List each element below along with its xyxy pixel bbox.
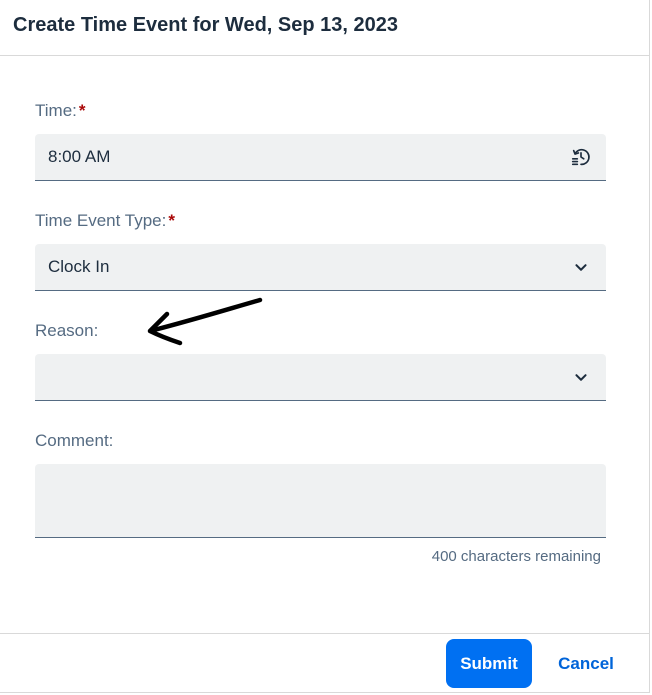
character-counter: 400 characters remaining bbox=[431, 548, 601, 565]
reason-label: Reason: bbox=[35, 321, 99, 340]
history-clock-icon[interactable] bbox=[570, 146, 592, 168]
reason-select[interactable] bbox=[35, 354, 606, 401]
comment-label-group: Comment: bbox=[35, 431, 113, 451]
event-type-value: Clock In bbox=[48, 257, 110, 276]
event-type-label: Time Event Type: bbox=[35, 211, 167, 230]
time-label-group: Time: * bbox=[35, 101, 86, 121]
cancel-button[interactable]: Cancel bbox=[548, 639, 624, 688]
submit-button[interactable]: Submit bbox=[446, 639, 532, 688]
comment-textarea[interactable] bbox=[35, 464, 606, 538]
dialog-header: Create Time Event for Wed, Sep 13, 2023 bbox=[0, 0, 650, 56]
chevron-down-icon[interactable] bbox=[570, 256, 592, 278]
required-mark: * bbox=[78, 101, 86, 120]
chevron-down-icon[interactable] bbox=[570, 366, 592, 388]
comment-label: Comment: bbox=[35, 431, 114, 450]
time-event-dialog: Create Time Event for Wed, Sep 13, 2023 … bbox=[0, 0, 650, 693]
annotation-arrow bbox=[147, 297, 263, 346]
required-mark: * bbox=[168, 211, 175, 230]
time-value: 8:00 AM bbox=[48, 147, 111, 166]
time-input[interactable]: 8:00 AM bbox=[35, 134, 606, 181]
event-type-select[interactable]: Clock In bbox=[35, 244, 606, 291]
dialog-title: Create Time Event for Wed, Sep 13, 2023 bbox=[13, 14, 398, 36]
reason-label-group: Reason: bbox=[35, 321, 98, 341]
time-label: Time: bbox=[35, 101, 77, 120]
event-type-label-group: Time Event Type: * bbox=[35, 211, 175, 231]
